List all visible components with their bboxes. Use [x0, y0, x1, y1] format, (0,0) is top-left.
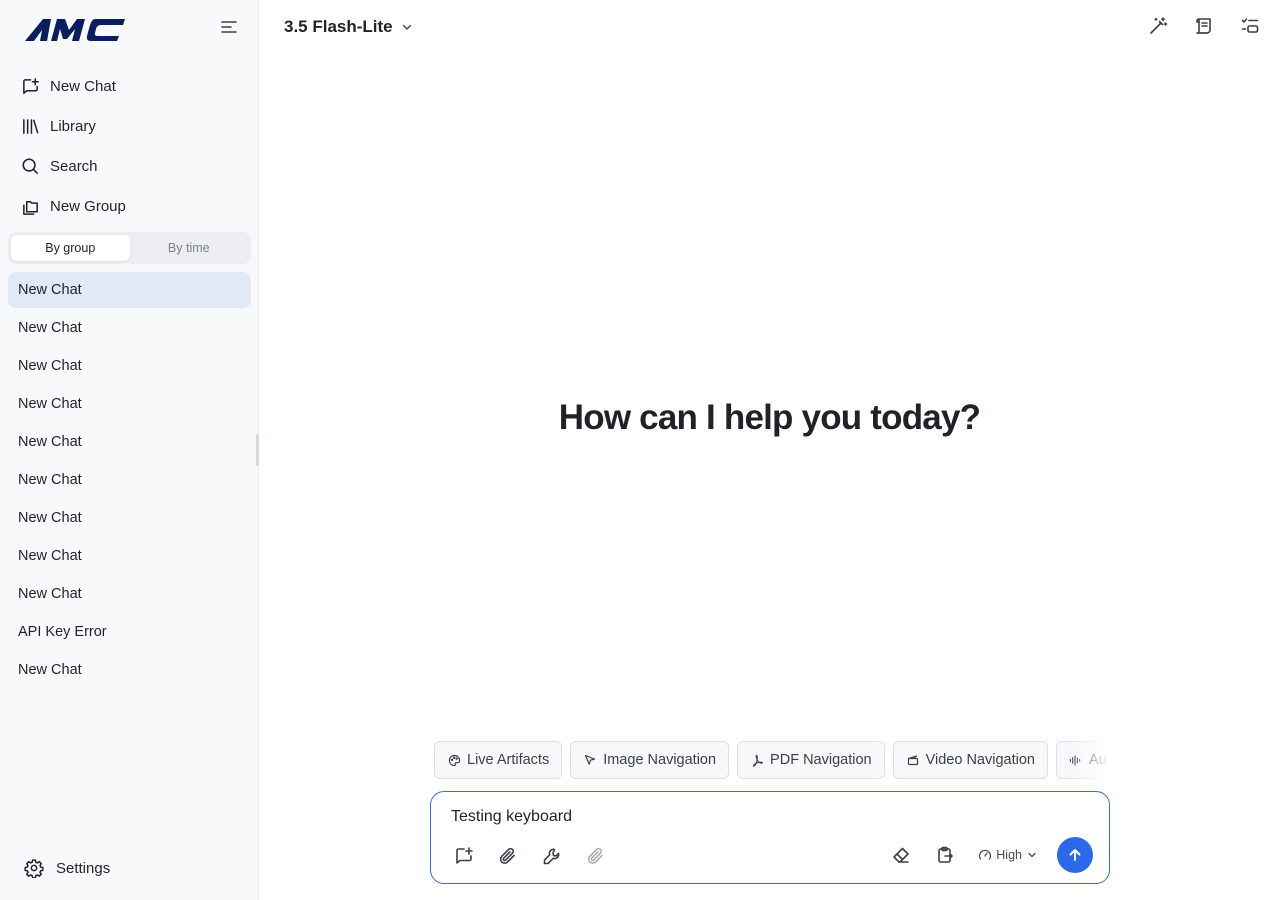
sidebar-nav: New Chat Library Search New Group [8, 66, 251, 226]
gauge-icon [978, 848, 992, 862]
chat-list-item[interactable]: New Chat [8, 348, 251, 384]
toggle-list-icon[interactable] [1238, 14, 1262, 38]
suggestion-chips: Live Artifacts Image Navigation PDF Navi… [434, 741, 1110, 779]
sidebar-item-label: Search [50, 157, 98, 175]
chip-label: Video Navigation [925, 752, 1035, 768]
search-icon [20, 156, 40, 176]
chip-label: Image Navigation [603, 752, 717, 768]
chat-list-item[interactable]: New Chat [8, 576, 251, 612]
new-group-icon [20, 196, 40, 216]
sidebar-item-search[interactable]: Search [8, 146, 251, 186]
gear-icon [24, 858, 44, 878]
clipboard-icon[interactable] [934, 844, 956, 866]
chip-pdf-navigation[interactable]: PDF Navigation [737, 741, 885, 779]
chip-audio[interactable]: Au [1055, 741, 1110, 779]
chip-image-navigation[interactable]: Image Navigation [570, 741, 730, 779]
message-input[interactable] [451, 806, 1071, 828]
send-button[interactable] [1057, 837, 1093, 873]
sidebar-resize-handle[interactable] [256, 434, 259, 466]
chip-label: Au [1088, 752, 1107, 768]
sidebar-item-new-chat[interactable]: New Chat [8, 66, 251, 106]
reasoning-effort-label: High [996, 848, 1022, 862]
message-composer: High [430, 791, 1110, 884]
chat-list-item[interactable]: New Chat [8, 310, 251, 346]
sidebar: New Chat Library Search New Group By gro… [0, 0, 259, 900]
chip-label: Live Artifacts [467, 752, 550, 768]
chat-list-item[interactable]: New Chat [8, 500, 251, 536]
header-actions [1146, 14, 1262, 38]
paperclip-icon[interactable] [497, 845, 519, 867]
chip-live-artifacts[interactable]: Live Artifacts [434, 741, 563, 779]
menu-icon [221, 21, 237, 33]
tab-by-time[interactable]: By time [130, 235, 249, 261]
model-name: 3.5 Flash-Lite [284, 17, 393, 36]
tab-by-group[interactable]: By group [11, 235, 130, 261]
sidebar-item-new-group[interactable]: New Group [8, 186, 251, 226]
audio-wave-icon [1069, 753, 1083, 767]
new-chat-icon [20, 76, 40, 96]
app-logo[interactable] [25, 17, 125, 43]
chip-video-navigation[interactable]: Video Navigation [892, 741, 1048, 779]
model-selector[interactable]: 3.5 Flash-Lite [284, 14, 413, 40]
chat-list-item[interactable]: New Chat [8, 386, 251, 422]
chevron-down-icon [1027, 850, 1037, 860]
eraser-icon[interactable] [890, 844, 912, 866]
clapperboard-icon [906, 753, 920, 767]
composer-tools-right: High [890, 837, 1093, 873]
library-icon [20, 116, 40, 136]
chat-list-item[interactable]: New Chat [8, 424, 251, 460]
wrench-icon[interactable] [541, 845, 563, 867]
cursor-icon [583, 753, 597, 767]
magic-wand-icon[interactable] [1146, 14, 1170, 38]
knowledge-attach-icon[interactable] [585, 845, 607, 867]
settings-label: Settings [56, 859, 111, 877]
collapse-sidebar-button[interactable] [218, 16, 240, 38]
chat-list-item[interactable]: New Chat [8, 538, 251, 574]
chat-list-item[interactable]: New Chat [8, 652, 251, 688]
chevron-down-icon [401, 21, 413, 33]
chat-list-item[interactable]: New Chat [8, 272, 251, 308]
welcome-heading: How can I help you today? [558, 398, 981, 437]
reasoning-effort-selector[interactable]: High [978, 848, 1037, 862]
settings-button[interactable]: Settings [14, 850, 120, 886]
palette-icon [447, 753, 461, 767]
chat-grouping-toggle: By group By time [8, 232, 251, 264]
sidebar-item-label: New Chat [50, 77, 116, 95]
chat-list: New Chat New Chat New Chat New Chat New … [8, 272, 251, 690]
chip-label: PDF Navigation [770, 752, 872, 768]
new-topic-icon[interactable] [453, 845, 475, 867]
sidebar-item-library[interactable]: Library [8, 106, 251, 146]
composer-tools-left [453, 845, 607, 867]
sidebar-item-label: Library [50, 117, 96, 135]
pdf-icon [750, 753, 764, 767]
chat-list-item[interactable]: New Chat [8, 462, 251, 498]
sidebar-item-label: New Group [50, 197, 126, 215]
chat-list-item[interactable]: API Key Error [8, 614, 251, 650]
scroll-icon[interactable] [1192, 14, 1216, 38]
arrow-up-icon [1069, 849, 1081, 861]
